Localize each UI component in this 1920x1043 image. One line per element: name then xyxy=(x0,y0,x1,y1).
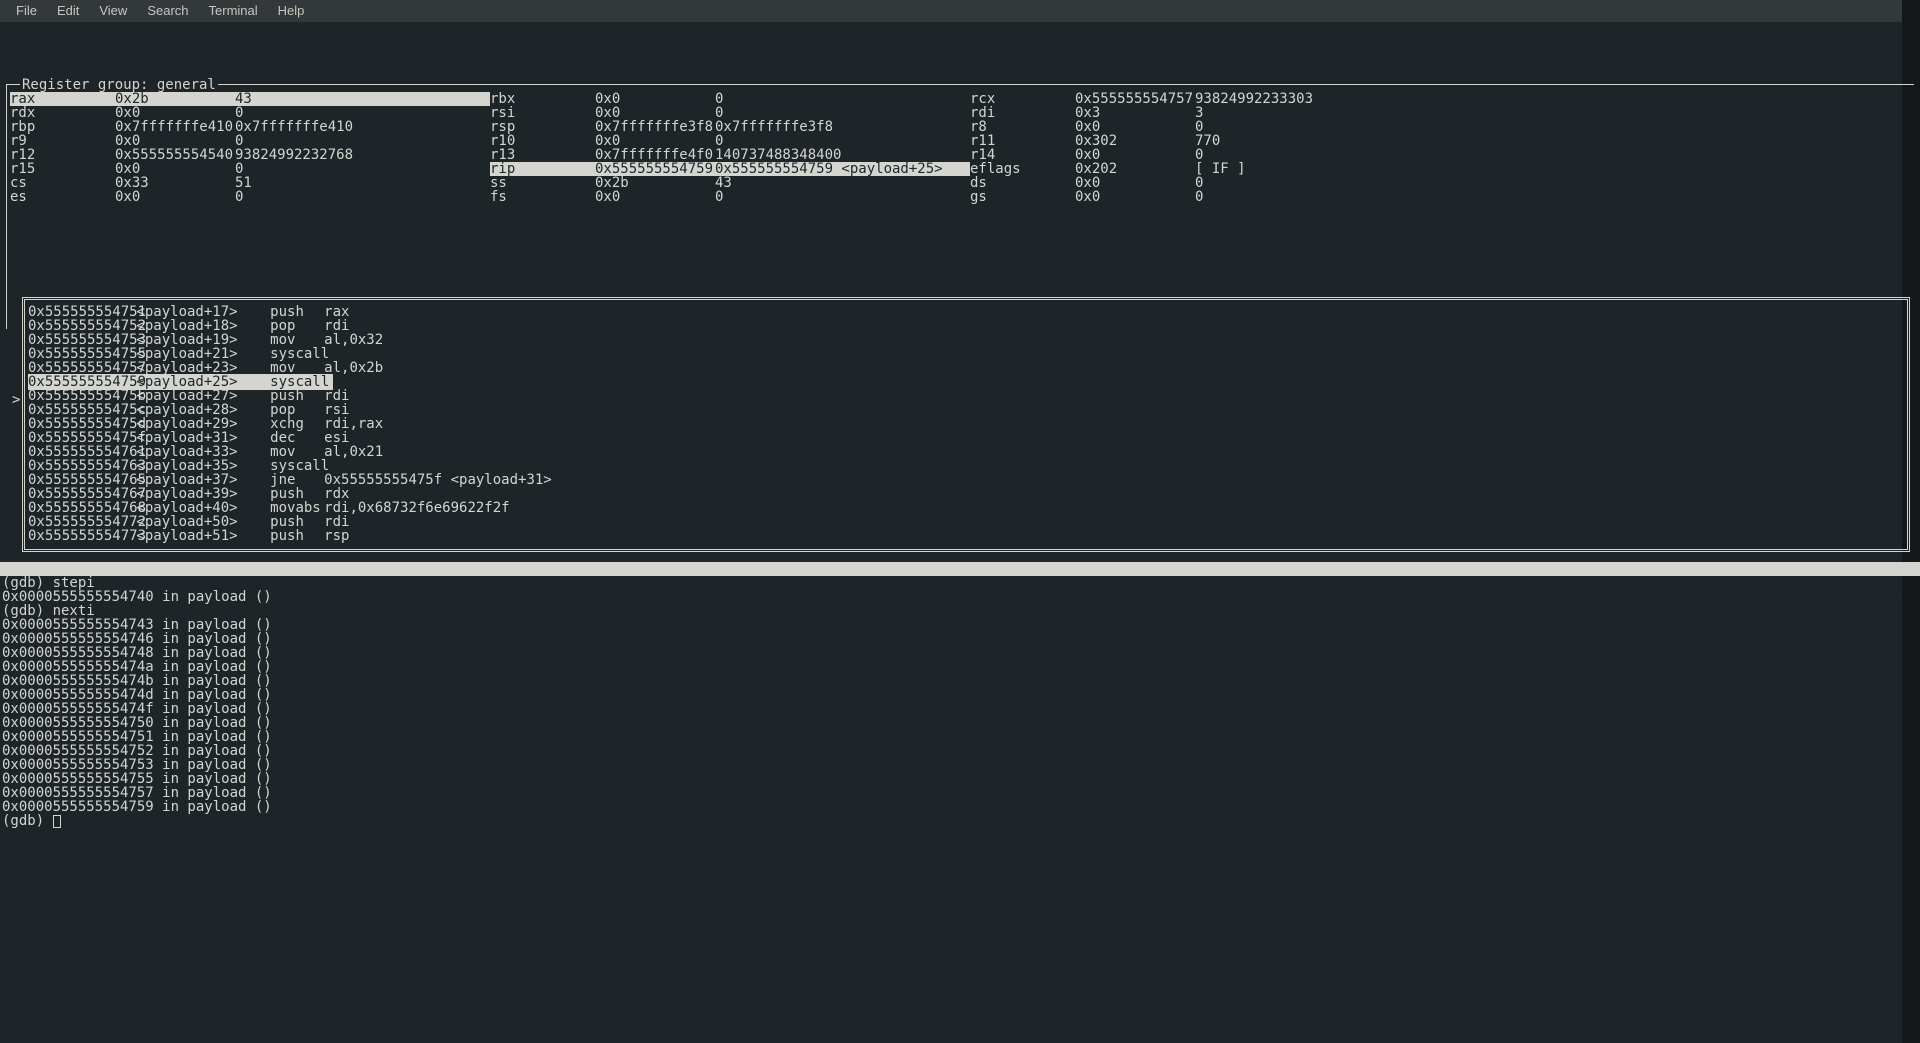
disasm-line: 0x555555554768 <payload+40> movabsrdi,0x… xyxy=(28,501,1904,515)
gdb-console[interactable]: (gdb) stepi0x0000555555554740 in payload… xyxy=(2,576,272,828)
disasm-line: 0x555555554759 <payload+25> syscall xyxy=(28,375,1904,389)
console-line: 0x0000555555554746 in payload () xyxy=(2,632,272,646)
disasm-line: 0x555555554773 <payload+51> pushrsp xyxy=(28,529,1904,543)
menubar: File Edit View Search Terminal Help xyxy=(0,0,1920,22)
register-r10: r100x00 xyxy=(490,134,970,148)
disasm-line: 0x555555554761 <payload+33> moval,0x21 xyxy=(28,445,1904,459)
register-rbx: rbx0x00 xyxy=(490,92,970,106)
disasm-line: 0x555555554763 <payload+35> syscall xyxy=(28,459,1904,473)
console-line: 0x000055555555474d in payload () xyxy=(2,688,272,702)
disassembly-panel: 0x555555554751 <payload+17> pushrax0x555… xyxy=(22,297,1910,552)
register-rsp: rsp0x7fffffffe3f80x7fffffffe3f8 xyxy=(490,120,970,134)
disasm-line: 0x555555554765 <payload+37> jne0x5555555… xyxy=(28,473,1904,487)
status-right: L?? PC: 0x555555554759 xyxy=(1697,590,1908,604)
menu-file[interactable]: File xyxy=(6,4,47,18)
console-line: 0x0000555555554751 in payload () xyxy=(2,730,272,744)
panel-border xyxy=(6,84,7,329)
disasm-line: 0x55555555475d <payload+29> xchgrdi,rax xyxy=(28,417,1904,431)
status-bar: native process 22269 In: payload L?? PC:… xyxy=(0,562,1920,576)
console-line: 0x0000555555554748 in payload () xyxy=(2,646,272,660)
register-r11: r110x302770 xyxy=(970,134,1450,148)
register-r9: r90x00 xyxy=(10,134,490,148)
register-rcx: rcx0x55555555475793824992233303 xyxy=(970,92,1450,106)
gdb-prompt[interactable]: (gdb) xyxy=(2,814,272,828)
register-rip: rip0x5555555547590x555555554759 <payload… xyxy=(490,162,970,176)
disasm-line: 0x55555555475b <payload+27> pushrdi xyxy=(28,389,1904,403)
register-gs: gs0x00 xyxy=(970,190,1450,204)
register-r15: r150x00 xyxy=(10,162,490,176)
disasm-line: 0x55555555475f <payload+31> decesi xyxy=(28,431,1904,445)
register-r14: r140x00 xyxy=(970,148,1450,162)
register-fs: fs0x00 xyxy=(490,190,970,204)
menu-view[interactable]: View xyxy=(89,4,137,18)
register-cs: cs0x3351 xyxy=(10,176,490,190)
disasm-line: 0x555555554772 <payload+50> pushrdi xyxy=(28,515,1904,529)
disasm-line: 0x555555554753 <payload+19> moval,0x32 xyxy=(28,333,1904,347)
cursor xyxy=(53,815,61,828)
register-r13: r130x7fffffffe4f0140737488348400 xyxy=(490,148,970,162)
disasm-line: 0x555555554757 <payload+23> moval,0x2b xyxy=(28,361,1904,375)
menu-terminal[interactable]: Terminal xyxy=(199,4,268,18)
registers-title: Register group: general xyxy=(20,78,218,92)
register-es: es0x00 xyxy=(10,190,490,204)
menu-search[interactable]: Search xyxy=(137,4,198,18)
register-rsi: rsi0x00 xyxy=(490,106,970,120)
register-ds: ds0x00 xyxy=(970,176,1450,190)
console-line: 0x0000555555554755 in payload () xyxy=(2,772,272,786)
menu-edit[interactable]: Edit xyxy=(47,4,89,18)
console-line: 0x0000555555554740 in payload () xyxy=(2,590,272,604)
console-line: 0x0000555555554752 in payload () xyxy=(2,744,272,758)
console-line: (gdb) stepi xyxy=(2,576,272,590)
register-rdi: rdi0x33 xyxy=(970,106,1450,120)
current-instruction-marker: > xyxy=(12,393,20,407)
console-line: 0x0000555555554759 in payload () xyxy=(2,800,272,814)
disasm-line: 0x555555554751 <payload+17> pushrax xyxy=(28,305,1904,319)
console-line: 0x0000555555554750 in payload () xyxy=(2,716,272,730)
terminal-area[interactable]: Register group: general rax0x2b43rbx0x00… xyxy=(0,22,1920,330)
console-line: 0x000055555555474f in payload () xyxy=(2,702,272,716)
console-line: 0x0000555555554753 in payload () xyxy=(2,758,272,772)
register-r8: r80x00 xyxy=(970,120,1450,134)
disasm-line: 0x555555554767 <payload+39> pushrdx xyxy=(28,487,1904,501)
disasm-line: 0x555555554752 <payload+18> poprdi xyxy=(28,319,1904,333)
console-line: 0x000055555555474a in payload () xyxy=(2,660,272,674)
console-line: 0x0000555555554757 in payload () xyxy=(2,786,272,800)
register-rdx: rdx0x00 xyxy=(10,106,490,120)
register-r12: r120x55555555454093824992232768 xyxy=(10,148,490,162)
panel-border xyxy=(6,84,1914,85)
register-rax: rax0x2b43 xyxy=(10,92,490,106)
register-ss: ss0x2b43 xyxy=(490,176,970,190)
registers-panel: Register group: general rax0x2b43rbx0x00… xyxy=(0,78,1914,162)
disasm-line: 0x555555554755 <payload+21> syscall xyxy=(28,347,1904,361)
disasm-line: 0x55555555475c <payload+28> poprsi xyxy=(28,403,1904,417)
console-line: (gdb) nexti xyxy=(2,604,272,618)
register-eflags: eflags0x202[ IF ] xyxy=(970,162,1450,176)
menu-help[interactable]: Help xyxy=(268,4,315,18)
register-rbp: rbp0x7fffffffe4100x7fffffffe410 xyxy=(10,120,490,134)
console-line: 0x000055555555474b in payload () xyxy=(2,674,272,688)
console-line: 0x0000555555554743 in payload () xyxy=(2,618,272,632)
